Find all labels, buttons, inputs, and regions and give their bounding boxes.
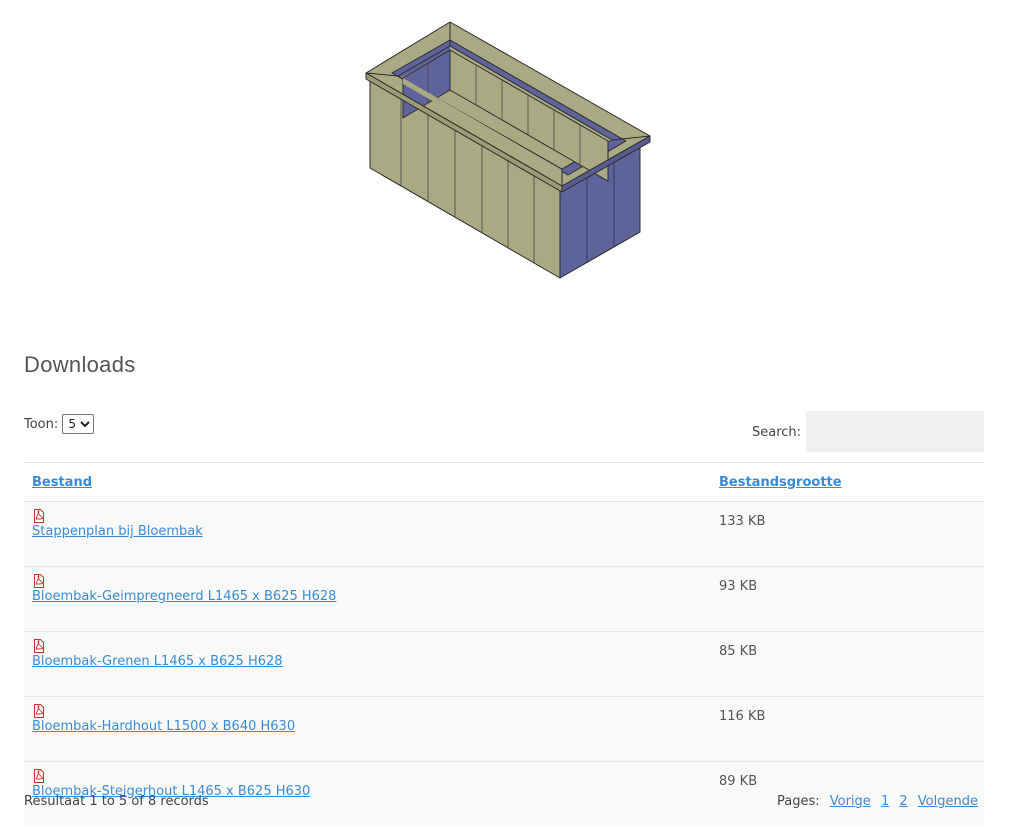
toon-label: Toon:: [24, 417, 59, 432]
file-cell: Stappenplan bij Bloembak: [24, 501, 711, 567]
table-row: Bloembak-Hardhout L1500 x B640 H630 116 …: [24, 696, 984, 762]
page-size-control: Toon: 5: [24, 414, 95, 434]
results-info: Resultaat 1 to 5 of 8 records: [24, 794, 209, 809]
size-cell: 93 KB: [711, 566, 984, 632]
file-link[interactable]: Bloembak-Hardhout L1500 x B640 H630: [32, 719, 295, 734]
search-label: Search:: [752, 425, 802, 440]
file-cell: Bloembak-Hardhout L1500 x B640 H630: [24, 696, 711, 762]
next-page-link[interactable]: Volgende: [918, 794, 978, 809]
table-row: Stappenplan bij Bloembak 133 KB: [24, 501, 984, 567]
pdf-icon: [34, 704, 44, 718]
pdf-icon: [34, 769, 44, 783]
file-cell: Bloembak-Geimpregneerd L1465 x B625 H628: [24, 566, 711, 632]
pdf-icon: [34, 574, 44, 588]
page-2-link[interactable]: 2: [899, 794, 907, 809]
size-cell: 85 KB: [711, 631, 984, 697]
file-link[interactable]: Bloembak-Geimpregneerd L1465 x B625 H628: [32, 589, 336, 604]
planter-box-illustration: [365, 21, 651, 279]
table-row: Bloembak-Geimpregneerd L1465 x B625 H628…: [24, 566, 984, 632]
pdf-icon: [34, 509, 44, 523]
sort-size-link[interactable]: Bestandsgrootte: [719, 475, 842, 490]
page-size-select[interactable]: 5: [62, 414, 95, 434]
table-header-row: Bestand Bestandsgrootte: [24, 462, 984, 502]
prev-page-link[interactable]: Vorige: [830, 794, 871, 809]
header-file[interactable]: Bestand: [24, 462, 711, 502]
downloads-table: Bestand Bestandsgrootte Stappenplan bij …: [24, 462, 984, 826]
sort-file-link[interactable]: Bestand: [32, 475, 92, 490]
file-link[interactable]: Stappenplan bij Bloembak: [32, 524, 203, 539]
header-size[interactable]: Bestandsgrootte: [711, 462, 984, 502]
file-cell: Bloembak-Grenen L1465 x B625 H628: [24, 631, 711, 697]
pdf-icon: [34, 639, 44, 653]
file-link[interactable]: Bloembak-Grenen L1465 x B625 H628: [32, 654, 283, 669]
section-title: Downloads: [24, 352, 136, 377]
search-input[interactable]: [806, 411, 984, 452]
pages-label: Pages:: [777, 794, 820, 809]
page-1-link[interactable]: 1: [881, 794, 889, 809]
table-row: Bloembak-Grenen L1465 x B625 H628 85 KB: [24, 631, 984, 697]
size-cell: 116 KB: [711, 696, 984, 762]
pagination: Pages: Vorige 1 2 Volgende: [777, 794, 978, 809]
size-cell: 133 KB: [711, 501, 984, 567]
